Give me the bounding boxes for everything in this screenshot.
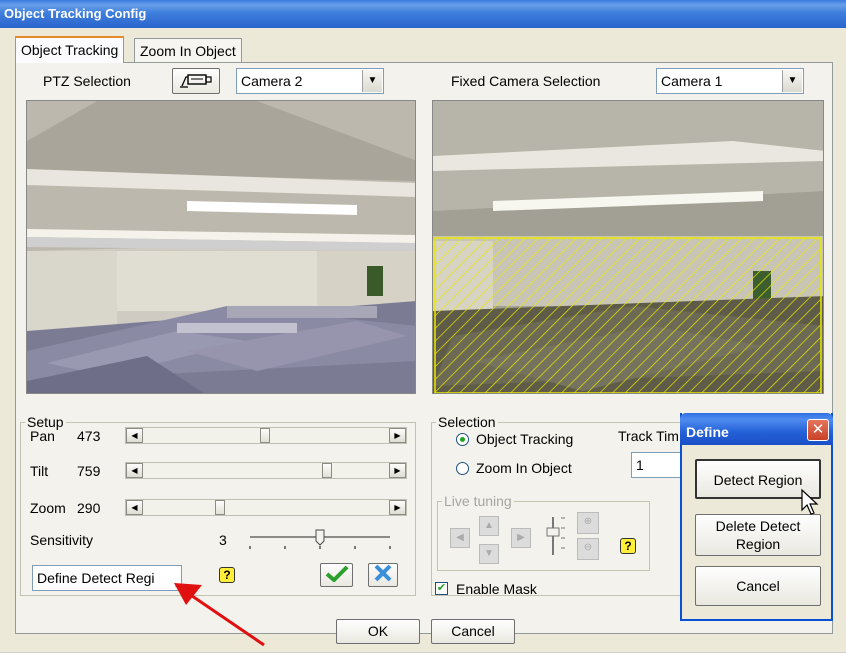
tilt-slider-thumb[interactable] bbox=[322, 463, 332, 478]
annotation-arrow-icon bbox=[174, 583, 265, 647]
tilt-down-icon[interactable]: ▼ bbox=[479, 544, 499, 564]
define-popup-titlebar[interactable]: Define ✕ bbox=[680, 413, 833, 445]
popup-cancel-button[interactable]: Cancel bbox=[695, 566, 821, 606]
fixed-camera-select[interactable]: Camera 1 ▼ bbox=[656, 68, 804, 94]
ptz-camera-icon bbox=[180, 74, 212, 88]
ptz-camera-button[interactable] bbox=[172, 68, 220, 94]
scroll-left-icon[interactable]: ◀ bbox=[126, 428, 143, 443]
zoom-slider-thumb[interactable] bbox=[215, 500, 225, 515]
tab-label: Object Tracking bbox=[21, 42, 119, 58]
zoom-level-track bbox=[546, 517, 565, 555]
enable-mask-checkbox[interactable]: ✔ bbox=[435, 582, 448, 595]
discard-button[interactable] bbox=[368, 563, 398, 587]
window-titlebar[interactable]: Object Tracking Config bbox=[0, 0, 846, 28]
scroll-left-icon[interactable]: ◀ bbox=[126, 500, 143, 515]
tab-object-tracking[interactable]: Object Tracking bbox=[15, 36, 125, 63]
ptz-office-image bbox=[27, 101, 415, 393]
tilt-label: Tilt bbox=[30, 463, 49, 479]
sensitivity-value: 3 bbox=[219, 532, 227, 548]
define-popup-title: Define bbox=[686, 424, 729, 440]
sensitivity-thumb bbox=[315, 529, 325, 546]
zoom-out-icon[interactable]: ⊖ bbox=[577, 538, 599, 560]
ptz-video-feed[interactable] bbox=[26, 100, 416, 394]
zoom-slider[interactable]: ◀ ▶ bbox=[125, 499, 407, 516]
chevron-down-icon[interactable]: ▼ bbox=[362, 70, 382, 92]
define-mode-value: Define Detect Regi bbox=[37, 570, 155, 586]
tilt-slider[interactable]: ◀ ▶ bbox=[125, 462, 407, 479]
tab-zoom-in-object[interactable]: Zoom In Object bbox=[134, 38, 242, 63]
pan-left-icon[interactable]: ◀ bbox=[450, 528, 470, 548]
sensitivity-label: Sensitivity bbox=[30, 532, 94, 548]
scroll-right-icon[interactable]: ▶ bbox=[389, 463, 406, 478]
ptz-camera-value: Camera 2 bbox=[241, 73, 303, 89]
fixed-video-feed[interactable] bbox=[432, 100, 824, 394]
apply-button[interactable] bbox=[320, 563, 353, 587]
define-popup: Define ✕ Detect Region Delete Detect Reg… bbox=[680, 413, 833, 621]
close-icon[interactable]: ✕ bbox=[807, 419, 829, 441]
enable-mask-label[interactable]: Enable Mask bbox=[456, 581, 537, 597]
close-x-icon bbox=[374, 564, 392, 582]
delete-detect-region-button[interactable]: Delete Detect Region bbox=[695, 514, 821, 556]
fixed-office-image bbox=[433, 101, 823, 393]
pan-slider-thumb[interactable] bbox=[260, 428, 270, 443]
scroll-right-icon[interactable]: ▶ bbox=[389, 500, 406, 515]
zoom-level-slider[interactable] bbox=[544, 514, 568, 558]
radio-object-tracking[interactable] bbox=[456, 433, 469, 446]
pan-slider[interactable]: ◀ ▶ bbox=[125, 427, 407, 444]
live-tuning-legend: Live tuning bbox=[444, 493, 512, 509]
checkmark-icon bbox=[325, 565, 348, 583]
object-tracking-option[interactable]: Object Tracking bbox=[476, 431, 573, 447]
help-icon[interactable]: ? bbox=[620, 538, 636, 554]
pan-value: 473 bbox=[77, 428, 101, 444]
zoom-in-icon[interactable]: ⊕ bbox=[577, 512, 599, 534]
ptz-selection-label: PTZ Selection bbox=[43, 73, 131, 89]
window-title: Object Tracking Config bbox=[4, 6, 147, 21]
pan-right-icon[interactable]: ▶ bbox=[511, 528, 531, 548]
ptz-camera-select[interactable]: Camera 2 ▼ bbox=[236, 68, 384, 94]
zoom-in-object-option[interactable]: Zoom In Object bbox=[476, 460, 572, 476]
mouse-cursor-icon bbox=[801, 488, 819, 515]
zoom-label: Zoom bbox=[30, 500, 66, 516]
detect-region-mask bbox=[434, 237, 822, 393]
tilt-value: 759 bbox=[77, 463, 101, 479]
pan-label: Pan bbox=[30, 428, 55, 444]
cancel-button[interactable]: Cancel bbox=[431, 619, 515, 644]
zoom-value: 290 bbox=[77, 500, 101, 516]
track-time-label: Track Tim bbox=[618, 428, 679, 444]
fixed-camera-value: Camera 1 bbox=[661, 73, 723, 89]
tilt-up-icon[interactable]: ▲ bbox=[479, 516, 499, 536]
fixed-camera-label: Fixed Camera Selection bbox=[451, 73, 601, 89]
sensitivity-slider[interactable] bbox=[248, 528, 392, 552]
chevron-down-icon[interactable]: ▼ bbox=[782, 70, 802, 92]
ok-button[interactable]: OK bbox=[336, 619, 420, 644]
selection-legend: Selection bbox=[438, 414, 496, 430]
scroll-right-icon[interactable]: ▶ bbox=[389, 428, 406, 443]
sensitivity-track bbox=[249, 529, 391, 549]
radio-zoom-in-object[interactable] bbox=[456, 462, 469, 475]
tab-label: Zoom In Object bbox=[140, 43, 236, 59]
track-time-value: 1 bbox=[636, 457, 644, 473]
scroll-left-icon[interactable]: ◀ bbox=[126, 463, 143, 478]
